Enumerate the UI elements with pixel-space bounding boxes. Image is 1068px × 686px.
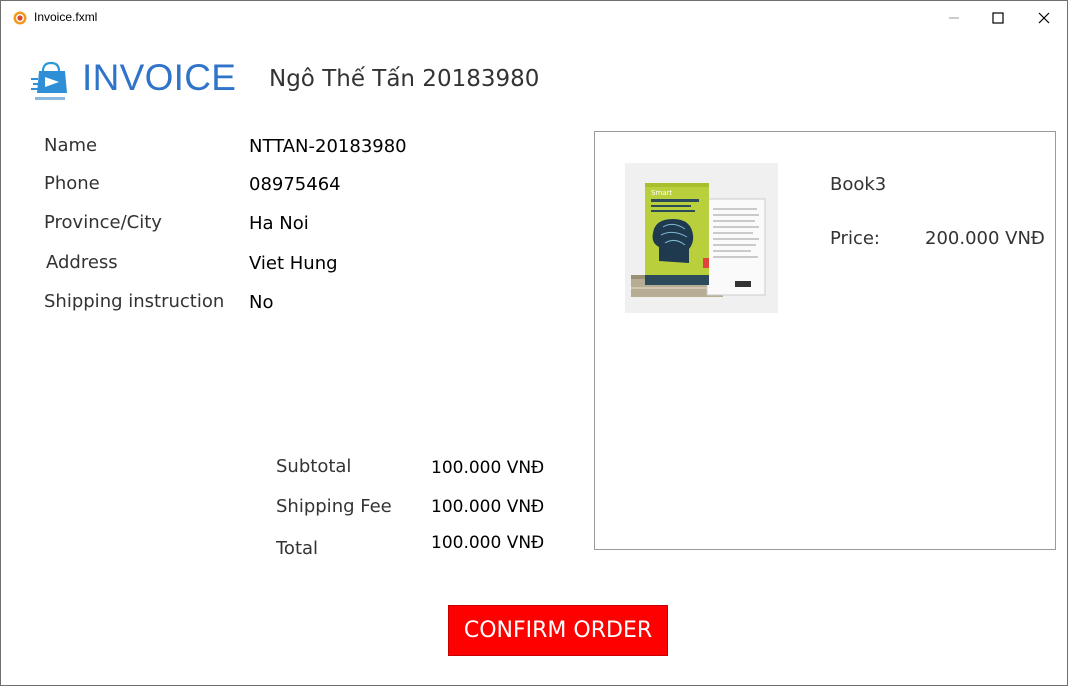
phone-value: 08975464 [249, 174, 341, 195]
shipping-fee-value: 100.000 VNĐ [431, 497, 545, 517]
title-bar[interactable]: Invoice.fxml [1, 1, 1067, 35]
name-label: Name [44, 135, 98, 156]
address-value: Viet Hung [249, 253, 338, 274]
invoice-title: INVOICE [82, 57, 237, 98]
subtotal-value: 100.000 VNĐ [431, 458, 545, 478]
minimize-icon [949, 17, 959, 19]
confirm-order-button[interactable]: CONFIRM ORDER [448, 605, 668, 656]
total-label: Total [276, 538, 319, 559]
book-cover-image: Smart [625, 163, 778, 313]
product-panel: Smart Book3 Price: 200.000 VNĐ [594, 131, 1056, 550]
subtotal-label: Subtotal [276, 456, 352, 477]
shipping-instruction-label: Shipping instruction [44, 291, 225, 312]
user-name-heading: Ngô Thế Tấn 20183980 [269, 66, 540, 92]
app-icon [13, 11, 27, 25]
shopping-bag-logo-icon [31, 61, 67, 100]
price-value: 200.000 VNĐ [925, 228, 1045, 249]
window-title: Invoice.fxml [34, 10, 98, 24]
shipping-instruction-value: No [249, 292, 274, 313]
maximize-icon [992, 12, 1004, 24]
price-label: Price: [830, 228, 880, 249]
minimize-button[interactable] [931, 1, 977, 35]
invoice-window: Invoice.fxml INVOICE Ngô Thế Tấn 2018398… [0, 0, 1068, 686]
svg-text:Smart: Smart [651, 189, 672, 197]
province-city-value: Ha Noi [249, 213, 309, 234]
maximize-button[interactable] [975, 1, 1021, 35]
address-label: Address [46, 252, 118, 273]
product-name: Book3 [830, 174, 887, 195]
province-city-label: Province/City [44, 212, 162, 233]
total-value: 100.000 VNĐ [431, 533, 545, 553]
name-value: NTTAN-20183980 [249, 136, 407, 157]
shipping-fee-label: Shipping Fee [276, 496, 392, 517]
close-button[interactable] [1021, 1, 1067, 35]
close-icon [1038, 12, 1050, 24]
phone-label: Phone [44, 173, 100, 194]
